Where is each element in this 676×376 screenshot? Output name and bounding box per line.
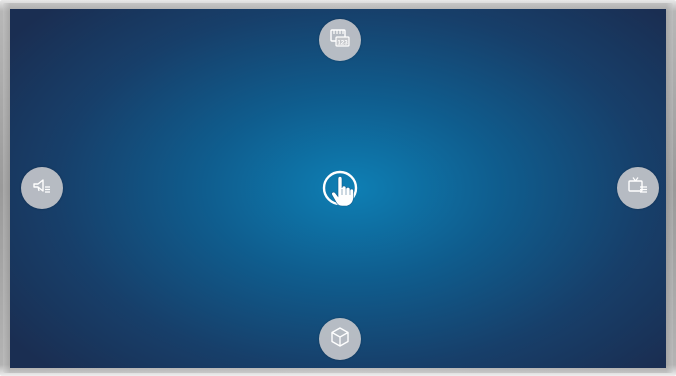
tv-source-button[interactable]: [617, 167, 659, 209]
3d-cube-button[interactable]: [319, 318, 361, 360]
pointer-hand-icon: [320, 170, 360, 214]
3d-cube-icon: [328, 325, 352, 353]
voice-button[interactable]: [21, 167, 63, 209]
tv-screen: 123: [10, 9, 666, 368]
tv-frame: 123: [0, 0, 676, 376]
keypad-label: 123: [337, 39, 348, 46]
number-keypad-button[interactable]: 123: [319, 19, 361, 61]
pointer-cursor[interactable]: [320, 170, 360, 214]
number-keypad-icon: 123: [328, 26, 352, 54]
tv-source-icon: [626, 174, 650, 202]
voice-megaphone-icon: [30, 174, 54, 202]
